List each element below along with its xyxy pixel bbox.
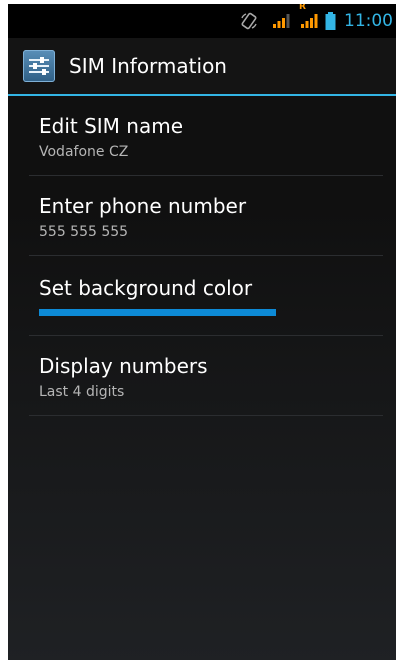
roaming-badge: R — [299, 4, 306, 12]
color-preview-bar — [39, 309, 276, 316]
pref-title: Display numbers — [39, 354, 208, 378]
cell-signal-roaming-icon: R — [298, 4, 320, 38]
pref-set-background-color[interactable]: Set background color — [29, 256, 383, 336]
battery-icon — [325, 4, 336, 38]
pref-summary: Last 4 digits — [39, 384, 125, 400]
pref-summary: 555 555 555 — [39, 224, 129, 240]
pref-display-numbers[interactable]: Display numbers Last 4 digits — [29, 336, 383, 416]
cell-signal-icon — [272, 4, 292, 38]
pref-summary: Vodafone CZ — [39, 144, 129, 160]
pref-edit-sim-name[interactable]: Edit SIM name Vodafone CZ — [29, 96, 383, 176]
screen-rotation-icon — [240, 4, 258, 38]
page-title: SIM Information — [69, 54, 227, 78]
settings-sliders-icon[interactable] — [23, 50, 55, 82]
pref-title: Edit SIM name — [39, 114, 184, 138]
pref-title: Enter phone number — [39, 194, 247, 218]
phone-screen: R 11:00 SIM Information Edit SIM name Vo… — [8, 4, 396, 660]
pref-enter-phone-number[interactable]: Enter phone number 555 555 555 — [29, 176, 383, 256]
status-bar: R 11:00 — [8, 4, 396, 38]
pref-title: Set background color — [39, 276, 253, 300]
status-time: 11:00 — [344, 11, 393, 31]
action-bar: SIM Information — [8, 38, 396, 96]
